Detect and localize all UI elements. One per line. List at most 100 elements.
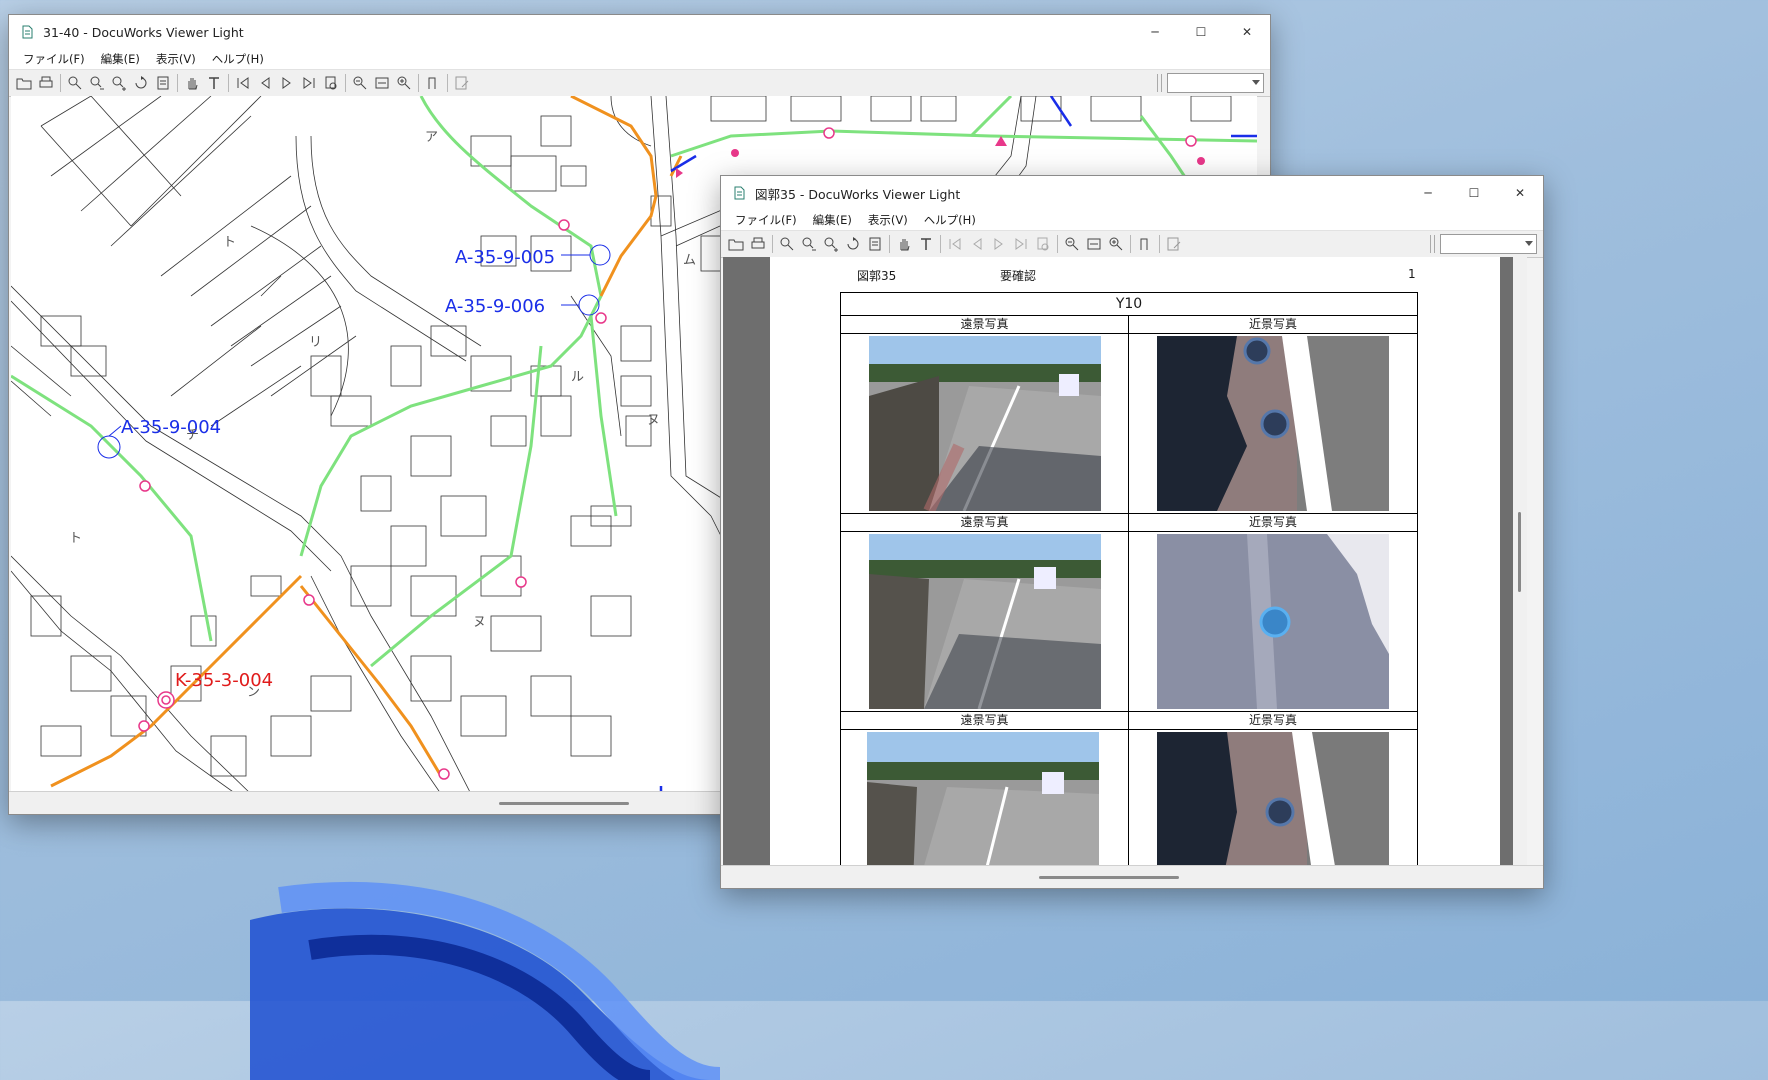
photo-table: Y10 遠景写真 近景写真 遠景写真 近景写真 遠景写真 近景写真 [840,292,1418,866]
page-number: 1 [1408,267,1416,281]
menu-file[interactable]: ファイル(F) [15,51,93,67]
close-button[interactable]: ✕ [1224,15,1270,49]
print-icon[interactable] [35,72,57,94]
map-menubar: ファイル(F) 編集(E) 表示(V) ヘルプ(H) [9,49,1270,69]
far-photo-2 [869,534,1101,709]
maximize-button[interactable]: ☐ [1451,176,1497,210]
text-select-icon[interactable] [915,233,937,255]
fit-width-icon[interactable] [371,72,393,94]
map-kana-10: ム [683,253,696,268]
previous-page-icon[interactable] [254,72,276,94]
doc-menubar: ファイル(F) 編集(E) 表示(V) ヘルプ(H) [721,210,1543,230]
map-kana-5: ヌ [647,413,660,428]
col-header-near: 近景写真 [1129,514,1417,532]
doc-window-titlebar[interactable]: 図郭35 - DocuWorks Viewer Light ─ ☐ ✕ [721,176,1543,210]
doc-toolbar [721,230,1543,258]
open-folder-icon[interactable] [13,72,35,94]
menu-edit[interactable]: 編集(E) [93,51,148,67]
menu-view[interactable]: 表示(V) [148,51,204,67]
far-photo-1 [869,336,1101,511]
hand-tool-icon[interactable] [181,72,203,94]
previous-page-icon[interactable] [966,233,988,255]
map-kana-3: チ [186,428,199,443]
annotation-icon[interactable] [1163,233,1185,255]
next-page-icon[interactable] [988,233,1010,255]
zoom-select[interactable] [1167,73,1264,93]
maximize-button[interactable]: ☐ [1178,15,1224,49]
last-page-icon[interactable] [1010,233,1032,255]
col-header-far: 遠景写真 [841,316,1128,334]
continuous-page-icon[interactable] [1134,233,1156,255]
col-header-near: 近景写真 [1129,316,1417,334]
desktop-wallpaper-swirl [250,881,721,1080]
print-icon[interactable] [747,233,769,255]
doc-window-title: 図郭35 - DocuWorks Viewer Light [755,186,961,202]
zoom-select[interactable] [1440,234,1537,254]
docuworks-app-icon [22,25,33,39]
hand-tool-icon[interactable] [893,233,915,255]
doc-page: 図郭35 要確認 1 Y10 遠景写真 近景写真 遠景写真 近景写真 遠景写真 … [770,257,1500,866]
col-header-near: 近景写真 [1129,712,1417,730]
search-icon[interactable] [776,233,798,255]
fit-width-icon[interactable] [1083,233,1105,255]
next-page-icon[interactable] [276,72,298,94]
near-photo-2 [1157,534,1389,709]
map-kana-9: ア [425,130,438,145]
near-photo-3 [1157,732,1389,866]
col-header-far: 遠景写真 [841,514,1128,532]
map-kana-7: ヌ [473,615,486,630]
close-button[interactable]: ✕ [1497,176,1543,210]
near-photo-1 [1157,336,1389,511]
map-label-a-35-9-006: A-35-9-006 [445,296,545,317]
zoom-out-icon[interactable] [1061,233,1083,255]
menu-help[interactable]: ヘルプ(H) [204,51,272,67]
annotation-icon[interactable] [451,72,473,94]
first-page-icon[interactable] [944,233,966,255]
zoom-in-icon[interactable] [1105,233,1127,255]
menu-edit[interactable]: 編集(E) [805,212,860,228]
menu-view[interactable]: 表示(V) [860,212,916,228]
map-label-a-35-9-004: A-35-9-004 [121,417,221,438]
map-kana-4: ト [69,531,82,546]
menu-help[interactable]: ヘルプ(H) [916,212,984,228]
page-header-status: 要確認 [1000,269,1037,283]
go-to-page-icon[interactable] [1032,233,1054,255]
doc-horizontal-scrollbar[interactable] [1039,876,1179,879]
map-kana-6: ル [571,370,584,385]
open-folder-icon[interactable] [725,233,747,255]
page-properties-icon[interactable] [152,72,174,94]
rotate-icon[interactable] [842,233,864,255]
page-header-left: 図郭35 [857,269,897,283]
map-window-titlebar[interactable]: 31-40 - DocuWorks Viewer Light ─ ☐ ✕ [9,15,1270,49]
map-kana-2: リ [309,335,322,350]
zoom-out-icon[interactable] [349,72,371,94]
table-title: Y10 [841,293,1417,316]
first-page-icon[interactable] [232,72,254,94]
go-to-page-icon[interactable] [320,72,342,94]
rotate-icon[interactable] [130,72,152,94]
find-next-icon[interactable] [108,72,130,94]
zoom-in-icon[interactable] [393,72,415,94]
find-previous-icon[interactable] [86,72,108,94]
find-previous-icon[interactable] [798,233,820,255]
minimize-button[interactable]: ─ [1405,176,1451,210]
far-photo-3 [867,732,1099,866]
doc-page-viewport[interactable]: 図郭35 要確認 1 Y10 遠景写真 近景写真 遠景写真 近景写真 遠景写真 … [723,257,1527,866]
map-label-a-35-9-005: A-35-9-005 [455,247,555,268]
map-horizontal-scrollbar[interactable] [499,802,629,805]
last-page-icon[interactable] [298,72,320,94]
map-kana-1: ト [223,235,236,250]
col-header-far: 遠景写真 [841,712,1128,730]
page-properties-icon[interactable] [864,233,886,255]
map-window-title: 31-40 - DocuWorks Viewer Light [43,24,244,40]
text-select-icon[interactable] [203,72,225,94]
map-toolbar [9,69,1270,97]
photo-doc-window: 図郭35 - DocuWorks Viewer Light ─ ☐ ✕ ファイル… [720,175,1544,889]
continuous-page-icon[interactable] [422,72,444,94]
search-icon[interactable] [64,72,86,94]
doc-vertical-scrollbar[interactable] [1513,257,1527,866]
minimize-button[interactable]: ─ [1132,15,1178,49]
map-kana-8: ン [247,685,260,700]
menu-file[interactable]: ファイル(F) [727,212,805,228]
find-next-icon[interactable] [820,233,842,255]
